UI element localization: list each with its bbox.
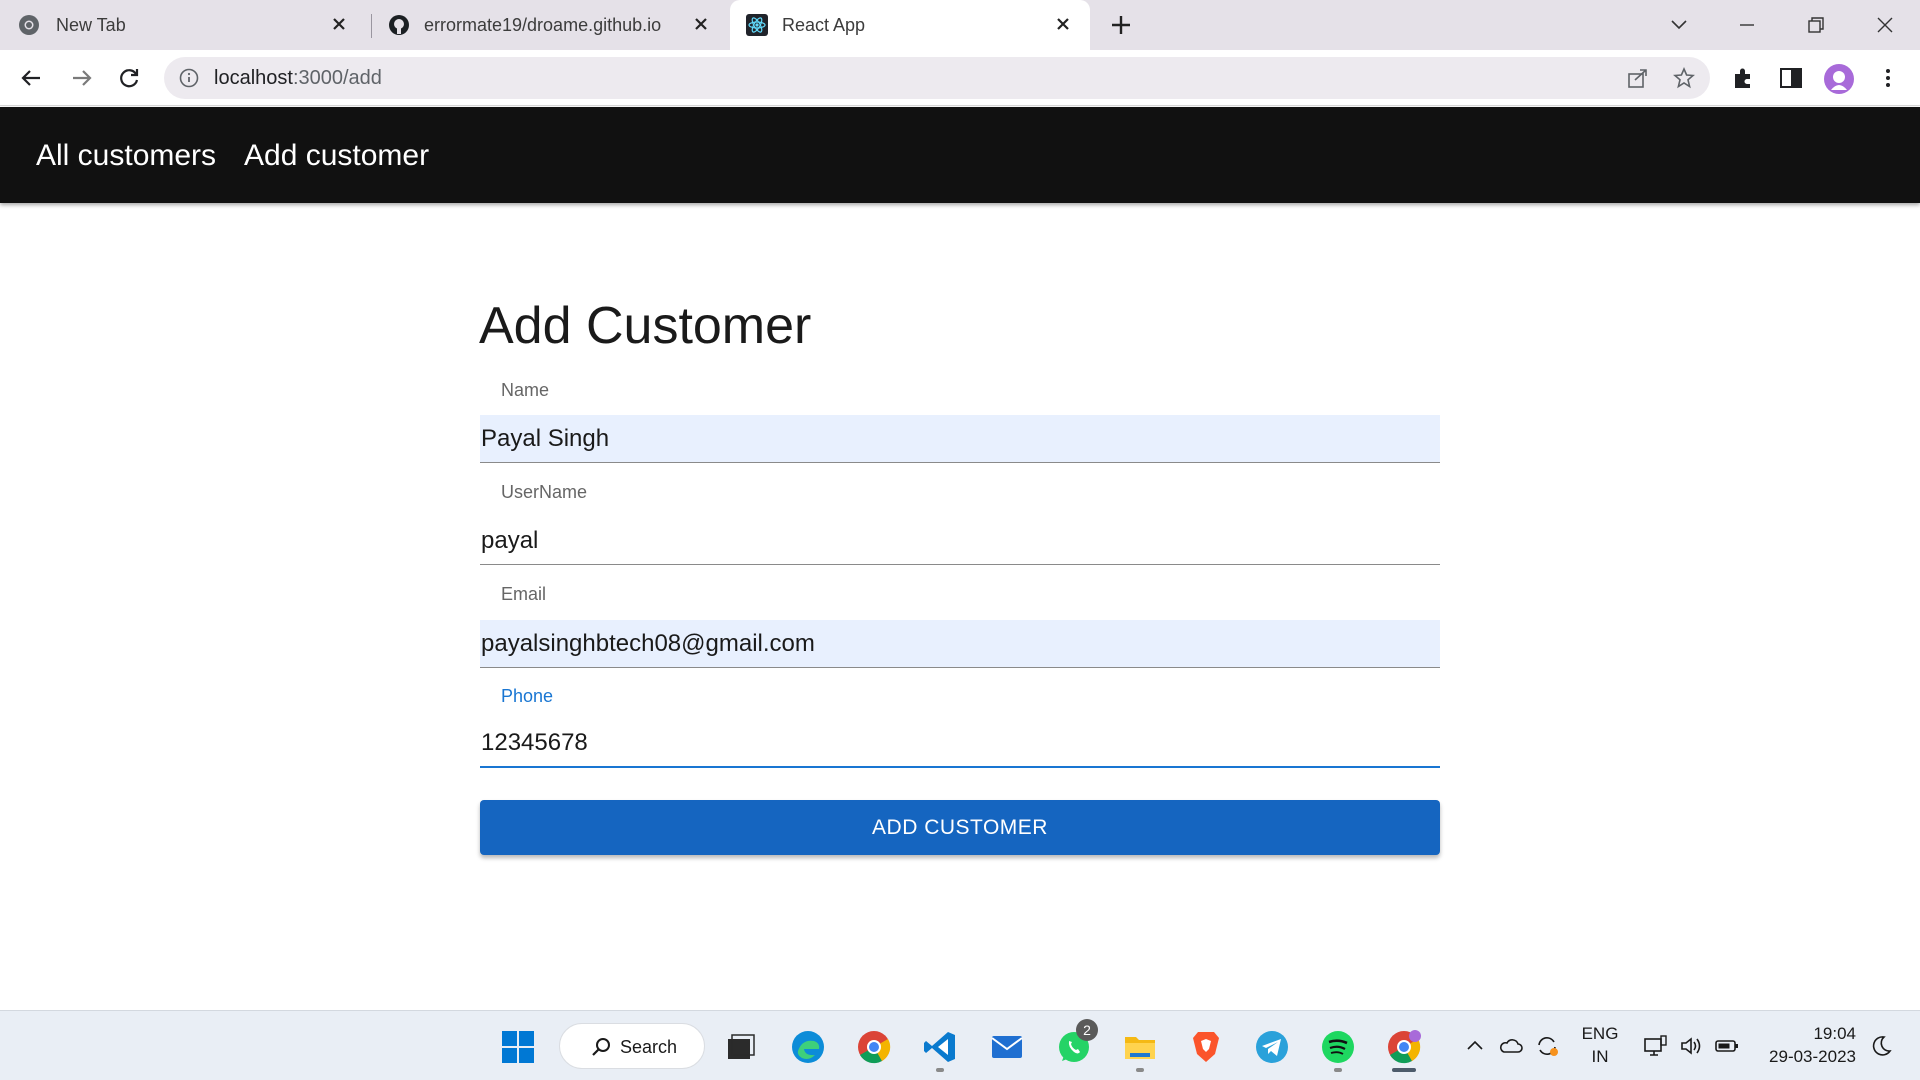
browser-tab-strip: New Tab errormate19/droame.github.io Rea…: [0, 0, 1920, 50]
chrome-taskbar-icon[interactable]: [856, 1029, 892, 1065]
tab-search-chevron-icon[interactable]: [1666, 12, 1692, 38]
browser-toolbar: localhost:3000/add: [0, 50, 1920, 106]
close-icon[interactable]: [1050, 11, 1076, 37]
telegram-icon[interactable]: [1254, 1029, 1290, 1065]
windows-taskbar: Search ENG IN 19:04 29-03-2023: [0, 1010, 1920, 1080]
tab-react-app[interactable]: React App: [730, 0, 1090, 50]
name-label: Name: [501, 380, 550, 400]
profile-avatar[interactable]: [1824, 64, 1854, 94]
spotify-icon[interactable]: [1320, 1029, 1356, 1065]
app-navbar: All customers Add customer: [0, 107, 1920, 203]
reload-icon[interactable]: [115, 64, 143, 92]
network-icon[interactable]: [1642, 1033, 1668, 1059]
tab-new-tab[interactable]: New Tab: [0, 0, 366, 50]
language-indicator-line1[interactable]: ENG: [1578, 1024, 1622, 1044]
email-label: Email: [501, 584, 547, 604]
volume-icon[interactable]: [1678, 1033, 1704, 1059]
restore-icon[interactable]: [1803, 12, 1829, 38]
close-icon[interactable]: [326, 11, 352, 37]
sync-icon[interactable]: [1534, 1033, 1560, 1059]
search-icon: [592, 1038, 610, 1056]
phone-label: Phone: [501, 686, 554, 706]
clock-time[interactable]: 19:04: [1760, 1024, 1856, 1044]
task-view-icon[interactable]: [722, 1029, 758, 1065]
windows-start-icon[interactable]: [500, 1029, 536, 1065]
browser-menu-kebab-icon[interactable]: [1874, 64, 1902, 92]
mail-icon[interactable]: [989, 1029, 1025, 1065]
username-input[interactable]: [480, 517, 1440, 565]
window-close-icon[interactable]: [1872, 12, 1898, 38]
bookmark-star-icon[interactable]: [1672, 66, 1696, 90]
extensions-puzzle-icon[interactable]: [1729, 64, 1757, 92]
battery-icon[interactable]: [1714, 1033, 1740, 1059]
back-arrow-icon[interactable]: [18, 64, 46, 92]
nav-link-add-customer[interactable]: Add customer: [244, 139, 429, 173]
tab-title: errormate19/droame.github.io: [424, 15, 662, 35]
add-customer-button[interactable]: ADD CUSTOMER: [480, 800, 1440, 855]
email-input[interactable]: [480, 620, 1440, 668]
tab-github[interactable]: errormate19/droame.github.io: [372, 0, 728, 50]
search-label: Search: [620, 1037, 678, 1057]
whatsapp-unread-badge: 2: [1076, 1019, 1098, 1041]
share-icon[interactable]: [1626, 66, 1650, 90]
site-info-icon[interactable]: [178, 67, 200, 89]
new-tab-plus-icon[interactable]: [1108, 12, 1134, 38]
language-indicator-line2[interactable]: IN: [1578, 1047, 1622, 1067]
show-hidden-icons-chevron-icon[interactable]: [1462, 1033, 1488, 1059]
clock-date[interactable]: 29-03-2023: [1752, 1047, 1856, 1067]
side-panel-icon[interactable]: [1777, 64, 1805, 92]
nav-link-all-customers[interactable]: All customers: [36, 139, 216, 173]
github-icon: [389, 15, 409, 35]
url-host: localhost: [214, 67, 293, 89]
react-icon: [746, 14, 768, 36]
phone-input[interactable]: [480, 720, 1440, 768]
address-bar[interactable]: localhost:3000/add: [164, 57, 1710, 99]
username-label: UserName: [501, 482, 588, 502]
brave-icon[interactable]: [1188, 1029, 1224, 1065]
chrome-icon: [19, 15, 39, 35]
tab-title: React App: [782, 15, 866, 35]
url-text[interactable]: localhost:3000/add: [214, 67, 382, 90]
spotify-running-indicator: [1334, 1068, 1342, 1072]
name-input[interactable]: [480, 415, 1440, 463]
vscode-running-indicator: [936, 1068, 944, 1072]
vscode-icon[interactable]: [922, 1029, 958, 1065]
page-title: Add Customer: [479, 297, 812, 355]
minimize-icon[interactable]: [1734, 12, 1760, 38]
taskbar-search[interactable]: Search: [559, 1023, 705, 1069]
explorer-running-indicator: [1136, 1068, 1144, 1072]
onedrive-cloud-icon[interactable]: [1498, 1033, 1524, 1059]
close-icon[interactable]: [688, 11, 714, 37]
file-explorer-icon[interactable]: [1122, 1029, 1158, 1065]
tab-title: New Tab: [56, 15, 126, 35]
chrome-active-indicator: [1392, 1068, 1416, 1072]
notifications-moon-icon[interactable]: [1868, 1033, 1894, 1059]
url-path: :3000/add: [292, 67, 382, 89]
avatar-icon: [1831, 71, 1847, 90]
edge-icon[interactable]: [790, 1029, 826, 1065]
forward-arrow-icon[interactable]: [67, 64, 95, 92]
chrome-profile-taskbar-icon[interactable]: [1386, 1029, 1422, 1065]
